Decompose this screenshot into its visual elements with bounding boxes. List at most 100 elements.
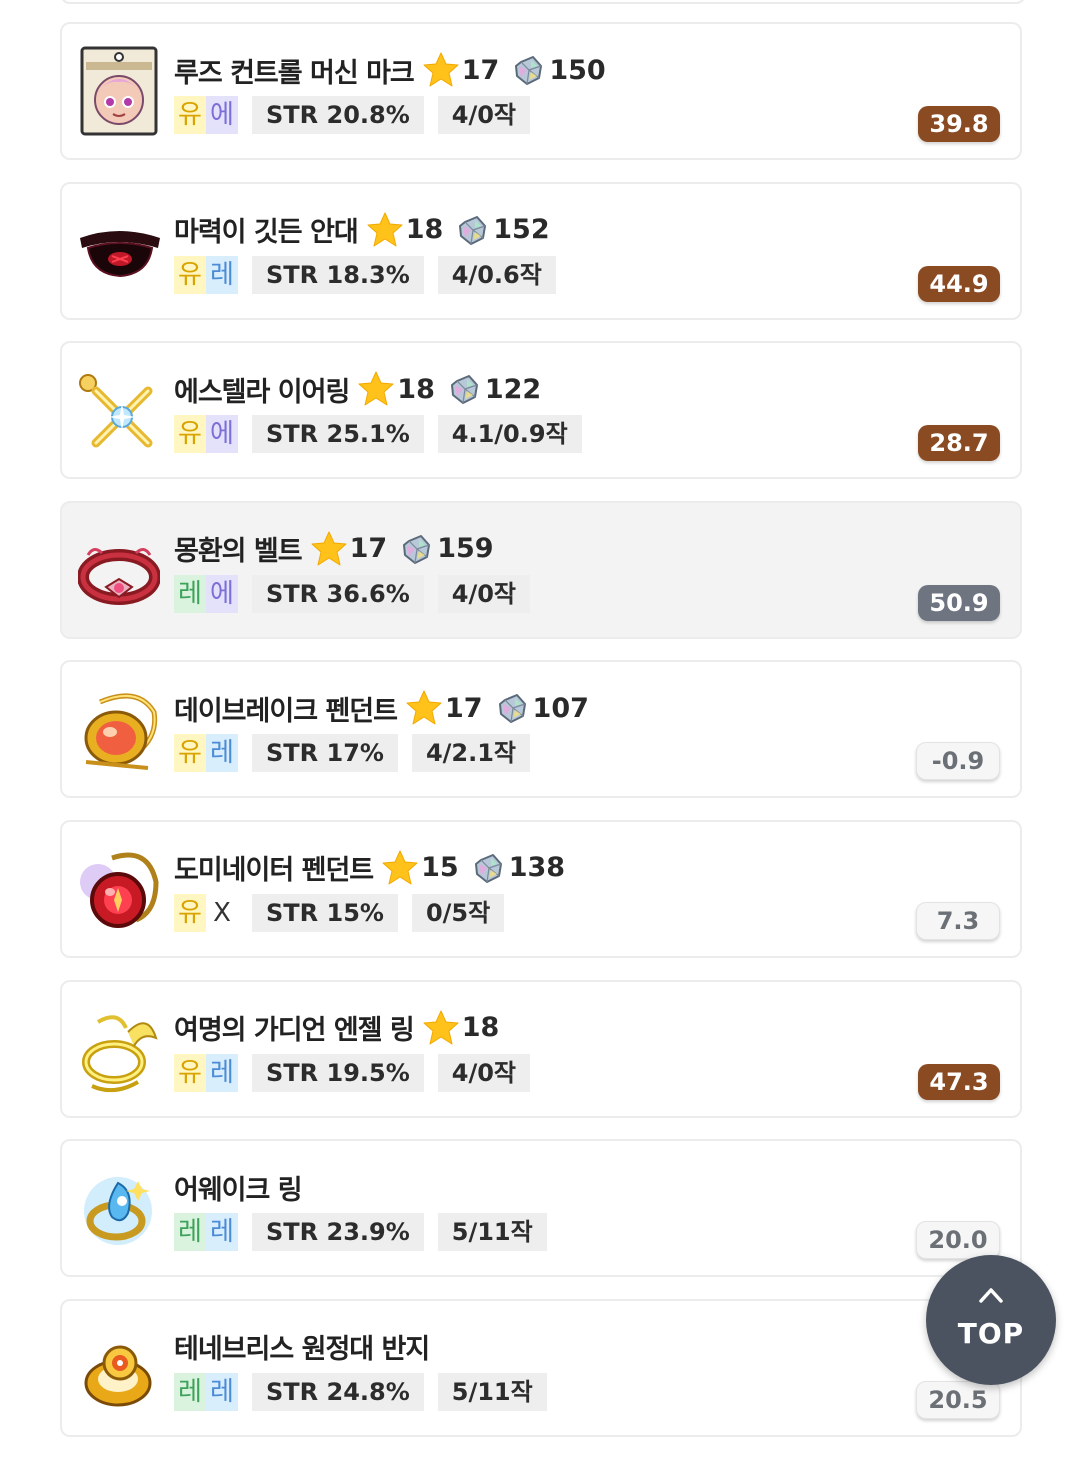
- gem-icon: [449, 373, 479, 405]
- score-badge: 20.5: [916, 1380, 1000, 1419]
- starforce-value: 18: [397, 373, 435, 405]
- item-name: 어웨이크 링: [174, 1174, 303, 1206]
- main-potential-grade: 유: [174, 96, 206, 134]
- main-potential-grade: 유: [174, 1053, 206, 1092]
- top-label: TOP: [957, 1317, 1025, 1350]
- item-tag-row: 레 레 STR 24.8% 5/11작: [174, 1372, 547, 1411]
- item-title-row: 마력이 깃든 안대 18 152: [174, 210, 550, 250]
- item-title-row: 몽환의 벨트 17 159: [174, 529, 494, 569]
- equipment-card[interactable]: 여명의 가디언 엔젤 링 18 유 레 STR 19.5% 4/0작 47.3: [60, 979, 1022, 1118]
- additional-potential-grade: 레: [206, 255, 238, 294]
- item-tag-row: 유 에 STR 20.8% 4/0작: [174, 96, 531, 134]
- item-title-row: 여명의 가디언 엔젤 링 18: [174, 1008, 499, 1048]
- star-icon: [366, 211, 404, 249]
- item-name: 루즈 컨트롤 머신 마크: [174, 57, 415, 89]
- potential-grade: 유X: [174, 893, 238, 932]
- item-tag-row: 레 에 STR 36.6% 4/0작: [174, 574, 531, 613]
- potential-grade: 레에: [174, 574, 238, 613]
- starforce-value: 18: [461, 1012, 500, 1044]
- stat-chip: STR 36.6%: [252, 574, 424, 613]
- additional-potential-grade: 에: [206, 415, 238, 454]
- star-icon: [357, 370, 395, 408]
- main-potential-grade: 유: [174, 734, 206, 773]
- item-tag-row: 유 에 STR 25.1% 4.1/0.9작: [174, 415, 582, 454]
- previous-card-edge: [60, 0, 1026, 4]
- main-potential-grade: 유: [174, 415, 206, 454]
- gem-icon: [401, 533, 431, 565]
- scroll-chip: 4/0작: [437, 96, 531, 134]
- awake-ring-icon: [78, 1161, 160, 1255]
- item-title-row: 도미네이터 펜던트 15 138: [174, 848, 565, 888]
- scroll-chip: 4/0작: [437, 1053, 531, 1092]
- equipment-card[interactable]: 몽환의 벨트 17 159 레 에 STR 36.6% 4/0작 50.9: [60, 500, 1022, 639]
- machine-mark-icon: [78, 44, 160, 138]
- stat-chip: STR 25.1%: [252, 415, 424, 454]
- item-title-row: 테네브리스 원정대 반지: [174, 1327, 430, 1367]
- gem-value: 150: [549, 54, 606, 86]
- main-potential-grade: 레: [174, 1213, 206, 1252]
- gem-value: 107: [532, 692, 589, 724]
- main-potential-grade: 유: [174, 255, 206, 294]
- score-badge: 7.3: [916, 901, 1000, 940]
- item-title-row: 에스텔라 이어링 18 122: [174, 369, 541, 409]
- starforce-value: 17: [444, 692, 483, 724]
- additional-potential-grade: 레: [206, 1053, 238, 1092]
- scroll-chip: 0/5작: [411, 893, 505, 932]
- gem-value: 159: [437, 533, 494, 565]
- gem-icon: [457, 214, 487, 246]
- star-icon: [422, 1009, 460, 1047]
- star-icon: [422, 51, 460, 89]
- stat-chip: STR 24.8%: [252, 1372, 424, 1411]
- scroll-chip: 4/0작: [437, 574, 531, 613]
- additional-potential-grade: 에: [206, 96, 238, 134]
- additional-potential-grade: 레: [206, 1213, 238, 1252]
- starforce-value: 18: [405, 214, 444, 246]
- item-name: 마력이 깃든 안대: [174, 217, 359, 249]
- stat-chip: STR 19.5%: [252, 1053, 424, 1092]
- additional-potential-grade: 에: [206, 574, 238, 613]
- potential-grade: 유레: [174, 1053, 238, 1092]
- item-tag-row: 유 레 STR 19.5% 4/0작: [174, 1053, 531, 1092]
- score-badge: 20.0: [916, 1221, 1000, 1260]
- item-title-row: 데이브레이크 펜던트 17 107: [174, 688, 589, 728]
- stat-chip: STR 15%: [252, 893, 398, 932]
- score-badge: 39.8: [918, 106, 1000, 142]
- potential-grade: 레레: [174, 1213, 238, 1252]
- item-name: 여명의 가디언 엔젤 링: [174, 1015, 415, 1047]
- chevron-up-icon: [979, 1288, 1003, 1303]
- angel-ring-icon: [78, 1002, 160, 1096]
- gem-icon: [473, 852, 503, 884]
- item-name: 테네브리스 원정대 반지: [174, 1334, 430, 1366]
- equipment-card[interactable]: 루즈 컨트롤 머신 마크 17 150 유 에 STR 20.8% 4/0작 39.8: [60, 22, 1022, 160]
- item-name: 데이브레이크 펜던트: [174, 695, 398, 727]
- starforce-value: 17: [349, 533, 388, 565]
- stat-chip: STR 20.8%: [252, 96, 424, 134]
- equipment-card[interactable]: 어웨이크 링레 레 STR 23.9% 5/11작 20.0: [60, 1139, 1022, 1278]
- item-tag-row: 유 레 STR 18.3% 4/0.6작: [174, 255, 556, 294]
- scroll-chip: 4/0.6작: [437, 255, 556, 294]
- item-tag-row: 유 레 STR 17% 4/2.1작: [174, 734, 530, 773]
- gem-value: 122: [484, 373, 542, 405]
- earring-icon: [78, 363, 160, 457]
- equipment-card[interactable]: 데이브레이크 펜던트 17 107 유 레 STR 17% 4/2.1작 -0.9: [60, 660, 1022, 799]
- item-name: 에스텔라 이어링: [174, 376, 350, 408]
- potential-grade: 유에: [174, 415, 238, 454]
- equipment-card[interactable]: 마력이 깃든 안대 18 152 유 레 STR 18.3% 4/0.6작 44.9: [60, 181, 1022, 320]
- score-badge: 50.9: [918, 584, 1000, 621]
- additional-potential-grade: 레: [206, 734, 238, 773]
- main-potential-grade: 레: [174, 1372, 206, 1411]
- pendant-red-icon: [78, 842, 160, 936]
- scroll-to-top-button[interactable]: TOP: [926, 1255, 1056, 1385]
- scroll-chip: 5/11작: [437, 1213, 547, 1252]
- equipment-card[interactable]: 에스텔라 이어링 18 122 유 에 STR 25.1% 4.1/0.9작 28.7: [60, 341, 1022, 480]
- tenebris-ring-icon: [78, 1321, 160, 1415]
- equipment-card[interactable]: 도미네이터 펜던트 15 138 유 X STR 15% 0/5작 7.3: [60, 819, 1022, 958]
- star-icon: [310, 530, 348, 568]
- score-badge: 28.7: [918, 425, 1000, 462]
- equipment-card[interactable]: 테네브리스 원정대 반지 레 레 STR 24.8% 5/11작 20.5: [60, 1298, 1022, 1437]
- gem-icon: [513, 54, 543, 86]
- scroll-chip: 4.1/0.9작: [437, 415, 582, 454]
- eyepatch-icon: [78, 204, 160, 298]
- item-name: 몽환의 벨트: [174, 536, 303, 568]
- item-tag-row: 레 레 STR 23.9% 5/11작: [174, 1213, 547, 1252]
